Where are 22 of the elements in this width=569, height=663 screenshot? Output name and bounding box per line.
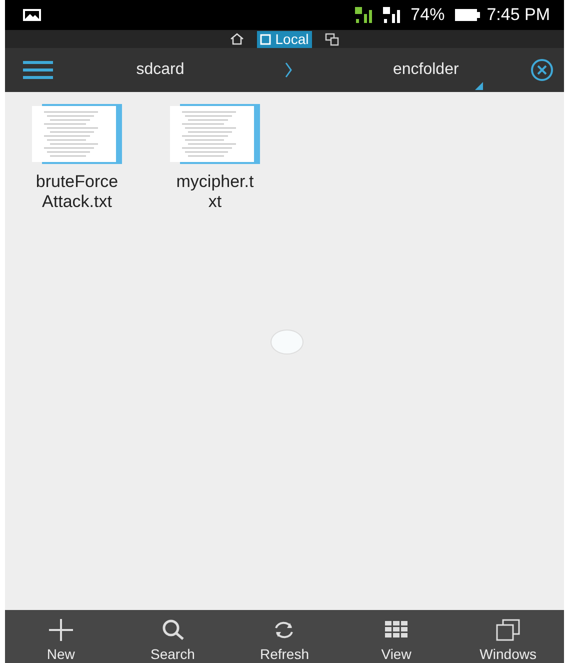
breadcrumb-item[interactable]: encfolder (386, 56, 465, 84)
tablet-icon (260, 34, 272, 44)
breadcrumb-item[interactable]: sdcard (130, 56, 190, 84)
plus-icon (48, 618, 74, 642)
close-icon[interactable] (530, 58, 554, 82)
loading-indicator (269, 328, 305, 356)
battery-icon (454, 9, 481, 21)
view-button[interactable]: View (346, 618, 446, 662)
windows-icon (495, 618, 522, 642)
file-name[interactable]: bruteForceAttack.txt (34, 172, 120, 212)
local-tab[interactable]: Local (257, 30, 312, 48)
battery-percentage: 74% (410, 5, 445, 25)
clock-time: 7:45 PM (486, 5, 550, 25)
windows-button[interactable]: Windows (458, 618, 558, 662)
refresh-button[interactable]: Refresh (234, 618, 334, 662)
chevron-icon (284, 62, 293, 78)
new-button[interactable]: New (10, 618, 111, 662)
menu-icon[interactable] (23, 60, 53, 80)
search-button[interactable]: Search (122, 618, 223, 662)
dropdown-corner-icon[interactable] (474, 82, 483, 90)
picture-notification-icon (23, 9, 41, 21)
file-name[interactable]: mycipher.txt (172, 172, 258, 212)
